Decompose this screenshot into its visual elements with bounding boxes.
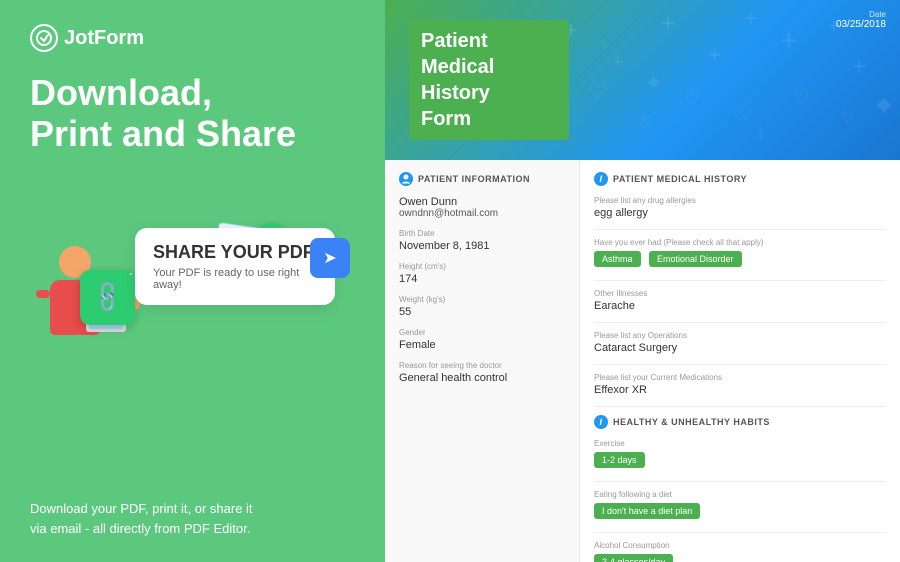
svg-text:+: + — [744, 5, 758, 32]
logo-text: JotForm — [64, 27, 144, 50]
other-label: Other Illnesses — [594, 289, 886, 298]
weight-label: Weight (kg's) — [399, 295, 565, 304]
form-body: PATIENT INFORMATION Owen Dunn owndnn@hot… — [385, 160, 900, 562]
habits-section-title: i HEALTHY & UNHEALTHY HABITS — [594, 415, 886, 429]
height-label: Height (cm's) — [399, 262, 565, 271]
person-arm-left — [36, 290, 50, 298]
svg-text:+: + — [780, 25, 797, 57]
patient-info-column: PATIENT INFORMATION Owen Dunn owndnn@hot… — [385, 160, 580, 562]
svg-text:◆: ◆ — [876, 94, 891, 115]
medications-label: Please list your Current Medications — [594, 373, 886, 382]
divider — [594, 481, 886, 482]
medical-section-title: i PATIENT MEDICAL HISTORY — [594, 172, 886, 186]
drug-value: egg allergy — [594, 207, 886, 219]
operations-value: Cataract Surgery — [594, 342, 886, 354]
medical-history-column: i PATIENT MEDICAL HISTORY Please list an… — [580, 160, 900, 562]
share-button[interactable]: ➤ — [310, 238, 350, 278]
divider — [594, 406, 886, 407]
logo-area: JotForm — [30, 24, 355, 52]
birth-date-label: Birth Date — [399, 229, 565, 238]
divider — [594, 280, 886, 281]
form-document: Patient Medical History Form Date 03/25/… — [385, 0, 900, 562]
svg-text:♡: ♡ — [840, 110, 853, 126]
divider — [594, 532, 886, 533]
diet-label: Eating following a diet — [594, 490, 886, 499]
patient-icon — [399, 172, 413, 186]
operations-field: Please list any Operations Cataract Surg… — [594, 331, 886, 354]
svg-text:♡: ♡ — [732, 102, 751, 127]
gender-value: Female — [399, 339, 565, 351]
left-panel: JotForm Download, Print and Share 🔗 — [0, 0, 385, 562]
svg-text:♡: ♡ — [684, 88, 701, 109]
patient-name: Owen Dunn — [399, 196, 565, 208]
exercise-tag: 1-2 days — [594, 452, 645, 468]
svg-text:+: + — [612, 52, 623, 73]
divider — [594, 322, 886, 323]
operations-label: Please list any Operations — [594, 331, 886, 340]
link-icon: 🔗 — [89, 278, 127, 316]
right-panel: Patient Medical History Form Date 03/25/… — [385, 0, 900, 562]
share-box-sub: Your PDF is ready to use right away! — [153, 267, 317, 291]
other-illness-field: Other Illnesses Earache — [594, 289, 886, 312]
conditions-tags: Asthma Emotional Disorder — [594, 249, 886, 270]
height-field: Height (cm's) 174 — [399, 262, 565, 285]
patient-email: owndnn@hotmail.com — [399, 208, 565, 219]
svg-text:+: + — [708, 42, 721, 67]
illustration: 🔗 ✓ SHARE YOUR PDF Your PDF is ready to … — [30, 175, 355, 335]
form-header: Patient Medical History Form Date 03/25/… — [385, 0, 900, 160]
alcohol-tag: 3-4 glasses/day — [594, 554, 673, 562]
alcohol-field: Alcohol Consumption 3-4 glasses/day — [594, 541, 886, 562]
divider — [594, 229, 886, 230]
birth-date-field: Birth Date November 8, 1981 — [399, 229, 565, 252]
gender-label: Gender — [399, 328, 565, 337]
jotform-logo-icon — [30, 24, 58, 52]
share-box: SHARE YOUR PDF Your PDF is ready to use … — [135, 228, 335, 305]
medical-icon: i — [594, 172, 608, 186]
exercise-field: Exercise 1-2 days — [594, 439, 886, 471]
bottom-text: Download your PDF, print it, or share it… — [30, 499, 355, 538]
form-title: Patient Medical History Form — [409, 20, 569, 140]
drug-allergy-field: Please list any drug allergies egg aller… — [594, 196, 886, 219]
patient-name-field: Owen Dunn owndnn@hotmail.com — [399, 196, 565, 219]
diet-tag: I don't have a diet plan — [594, 503, 700, 519]
reason-field: Reason for seeing the doctor General hea… — [399, 361, 565, 384]
conditions-field: Have you ever had (Please check all that… — [594, 238, 886, 270]
medications-field: Please list your Current Medications Eff… — [594, 373, 886, 396]
reason-value: General health control — [399, 372, 565, 384]
alcohol-label: Alcohol Consumption — [594, 541, 886, 550]
share-box-title: SHARE YOUR PDF — [153, 242, 317, 263]
condition-tag-asthma: Asthma — [594, 251, 641, 267]
exercise-label: Exercise — [594, 439, 886, 448]
weight-value: 55 — [399, 306, 565, 318]
svg-text:+: + — [660, 8, 675, 38]
conditions-label: Have you ever had (Please check all that… — [594, 238, 886, 247]
headline: Download, Print and Share — [30, 72, 355, 155]
birth-date-value: November 8, 1981 — [399, 240, 565, 252]
weight-field: Weight (kg's) 55 — [399, 295, 565, 318]
reason-label: Reason for seeing the doctor — [399, 361, 565, 370]
condition-tag-emotional: Emotional Disorder — [649, 251, 742, 267]
svg-text:♡: ♡ — [588, 78, 607, 103]
svg-text:♡: ♡ — [792, 88, 809, 109]
share-arrow-icon: ➤ — [323, 248, 336, 268]
gender-field: Gender Female — [399, 328, 565, 351]
habits-icon: i — [594, 415, 608, 429]
form-date: Date 03/25/2018 — [836, 10, 886, 30]
diet-field: Eating following a diet I don't have a d… — [594, 490, 886, 522]
height-value: 174 — [399, 273, 565, 285]
svg-text:+: + — [852, 53, 866, 80]
medications-value: Effexor XR — [594, 384, 886, 396]
svg-text:♡: ♡ — [636, 113, 651, 132]
link-box: 🔗 — [80, 270, 135, 325]
svg-text:⚕: ⚕ — [600, 38, 608, 54]
drug-label: Please list any drug allergies — [594, 196, 886, 205]
svg-text:⚕: ⚕ — [756, 125, 765, 144]
patient-section-title: PATIENT INFORMATION — [399, 172, 565, 186]
other-value: Earache — [594, 300, 886, 312]
svg-text:◆: ◆ — [648, 74, 659, 90]
divider — [594, 364, 886, 365]
